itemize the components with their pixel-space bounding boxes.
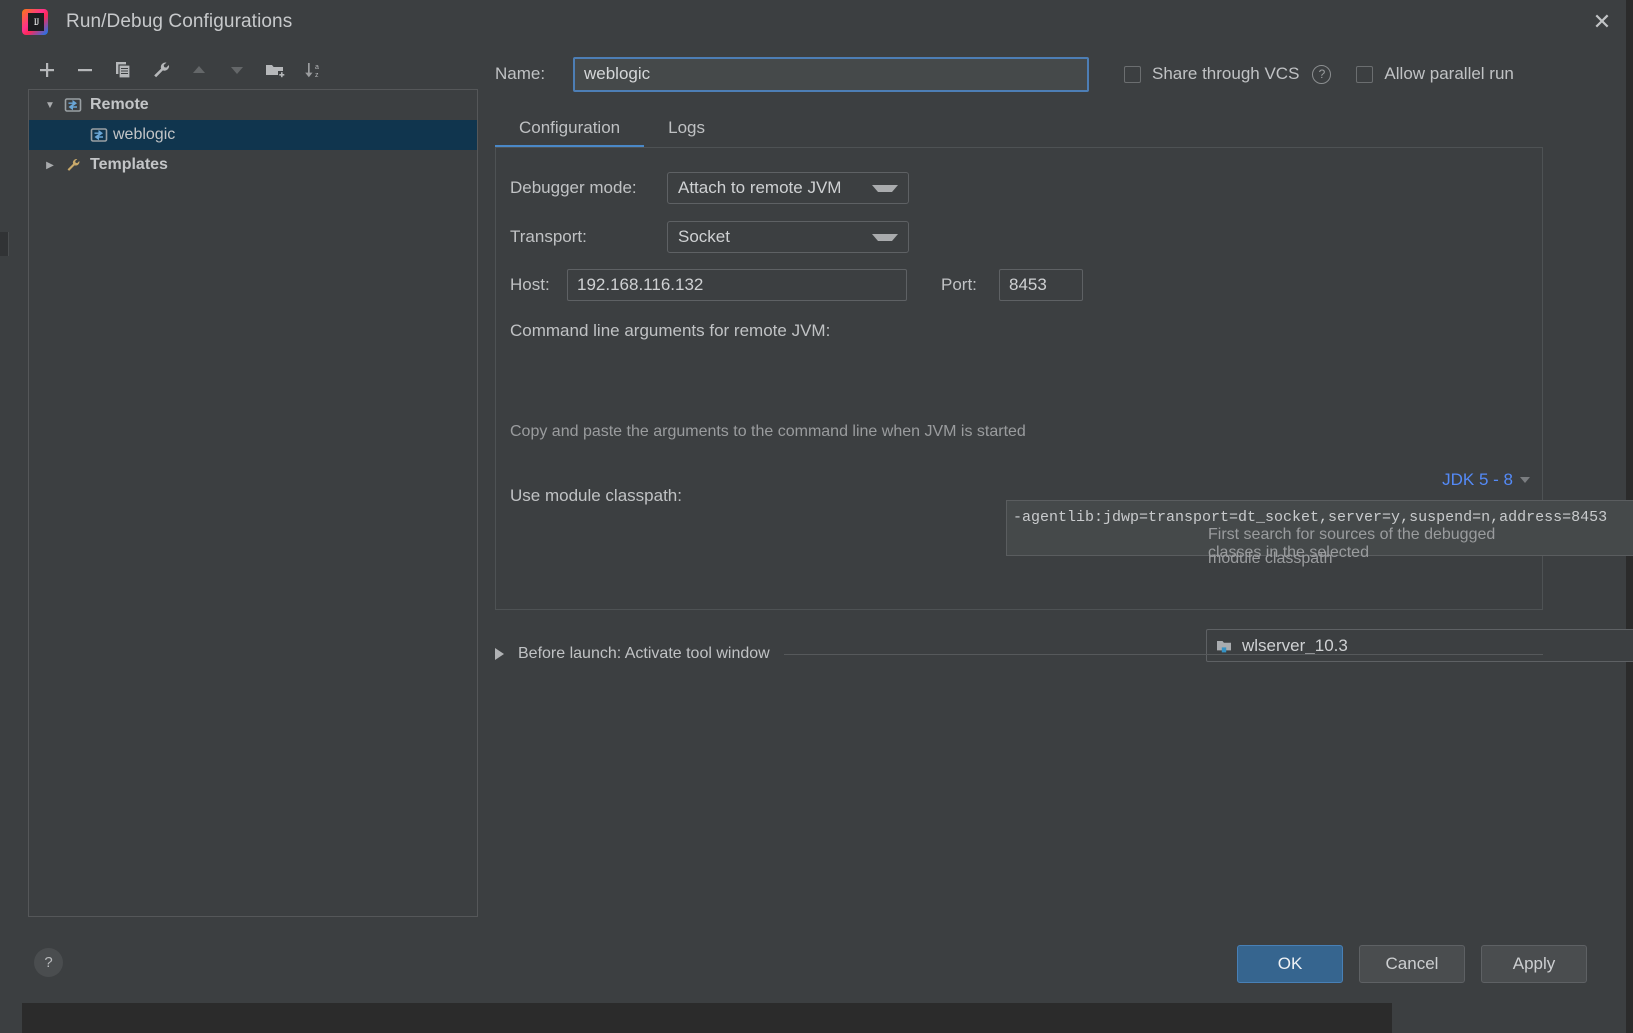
tree-node-label: Remote: [90, 96, 149, 113]
host-label: Host:: [510, 275, 550, 294]
transport-row: Transport: Socket: [510, 221, 909, 253]
module-classpath-label: Use module classpath:: [510, 486, 682, 505]
background-editor-strip: [22, 1003, 1392, 1033]
port-label: Port:: [941, 275, 977, 294]
debugger-mode-value: Attach to remote JVM: [678, 178, 842, 197]
plus-icon: [40, 63, 54, 77]
close-icon[interactable]: ✕: [1571, 0, 1633, 44]
ok-button[interactable]: OK: [1237, 945, 1343, 983]
move-down-button[interactable]: [218, 54, 256, 86]
remote-config-icon: [87, 127, 111, 143]
before-launch-section[interactable]: Before launch: Activate tool window: [495, 641, 1543, 667]
wrench-icon: [61, 157, 85, 173]
new-folder-button[interactable]: [256, 54, 294, 86]
command-line-arguments-label: Command line arguments for remote JVM:: [510, 321, 831, 340]
jdk-version-selector[interactable]: JDK 5 - 8: [1442, 470, 1530, 490]
add-configuration-button[interactable]: [28, 54, 66, 86]
transport-select[interactable]: Socket: [667, 221, 909, 253]
expand-twisty[interactable]: ▼: [39, 100, 61, 111]
tree-node-templates[interactable]: ▶ Templates: [29, 150, 477, 180]
copy-configuration-button[interactable]: [104, 54, 142, 86]
share-through-vcs-checkbox[interactable]: [1124, 65, 1141, 83]
svg-text:a: a: [315, 64, 319, 71]
module-classpath-row: Use module classpath:: [510, 486, 682, 506]
apply-button[interactable]: Apply: [1481, 945, 1587, 983]
share-through-vcs-label: Share through VCS: [1152, 64, 1300, 83]
debugger-mode-row: Debugger mode: Attach to remote JVM: [510, 172, 909, 204]
arrow-up-icon: [193, 66, 205, 73]
chevron-down-icon: [872, 233, 898, 241]
jdk-version-label: JDK 5 - 8: [1442, 470, 1513, 489]
host-port-row: Host: Port:: [510, 269, 1083, 301]
port-input[interactable]: [999, 269, 1083, 301]
dialog-title: Run/Debug Configurations: [66, 11, 293, 32]
section-divider: [783, 653, 1543, 655]
host-input[interactable]: [567, 269, 907, 301]
name-input[interactable]: [573, 56, 1089, 92]
tree-node-remote[interactable]: ▼ Remote: [29, 90, 477, 120]
tree-node-label: Templates: [90, 156, 168, 173]
configurations-toolbar: a z: [28, 52, 480, 88]
configurations-tree: ▼ Remote weblogic ▶ Templates: [28, 89, 478, 917]
transport-value: Socket: [678, 227, 730, 246]
remote-config-icon: [61, 97, 85, 113]
wrench-icon: [154, 62, 170, 78]
dialog-titlebar: IJ Run/Debug Configurations ✕: [0, 0, 1633, 44]
new-folder-icon: [266, 65, 285, 78]
configuration-panel: Debugger mode: Attach to remote JVM Tran…: [495, 147, 1633, 662]
dialog-buttons: OK Cancel Apply: [1237, 945, 1587, 983]
background-status-strip: [1392, 1003, 1626, 1033]
tree-node-label: weblogic: [113, 126, 176, 143]
chevron-down-icon: [872, 184, 898, 192]
command-line-label-row: Command line arguments for remote JVM:: [510, 321, 830, 341]
minus-icon: [78, 69, 92, 72]
sort-az-icon: a z: [305, 63, 319, 79]
allow-parallel-run-label: Allow parallel run: [1384, 64, 1514, 83]
cancel-button[interactable]: Cancel: [1359, 945, 1465, 983]
debugger-mode-select[interactable]: Attach to remote JVM: [667, 172, 909, 204]
remove-configuration-button[interactable]: [66, 54, 104, 86]
tab-logs[interactable]: Logs: [644, 118, 729, 147]
help-icon[interactable]: ?: [1312, 64, 1332, 84]
copy-icon: [116, 62, 131, 79]
allow-parallel-run-checkbox[interactable]: [1356, 65, 1374, 83]
before-launch-label: Before launch: Activate tool window: [518, 645, 770, 662]
triangle-right-icon[interactable]: [495, 648, 504, 660]
chevron-down-icon: [1520, 477, 1530, 483]
tab-configuration[interactable]: Configuration: [495, 118, 645, 148]
intellij-idea-logo-icon: IJ: [22, 9, 48, 35]
tree-node-weblogic[interactable]: weblogic: [29, 120, 477, 150]
module-classpath-hint-line2: module classpath: [1208, 550, 1333, 567]
name-label: Name:: [495, 64, 546, 83]
debugger-mode-label: Debugger mode:: [510, 178, 637, 197]
edit-templates-button[interactable]: [142, 54, 180, 86]
arrow-down-icon: [231, 67, 243, 74]
run-debug-configurations-dialog: IJ Run/Debug Configurations ✕ a z ▼ Remo…: [0, 0, 1633, 1033]
logo-glyph: IJ: [33, 17, 40, 27]
header-options: Share through VCS ? Allow parallel run: [1124, 56, 1514, 92]
background-tool-strip: [0, 232, 9, 256]
help-icon[interactable]: ?: [34, 948, 63, 977]
move-up-button[interactable]: [180, 54, 218, 86]
expand-twisty[interactable]: ▶: [39, 160, 61, 171]
svg-text:z: z: [315, 72, 319, 79]
settings-tabs: Configuration Logs: [495, 110, 1543, 148]
command-line-hint: Copy and paste the arguments to the comm…: [510, 423, 1026, 440]
transport-label: Transport:: [510, 227, 587, 246]
sort-alphabetically-button[interactable]: a z: [294, 54, 332, 86]
